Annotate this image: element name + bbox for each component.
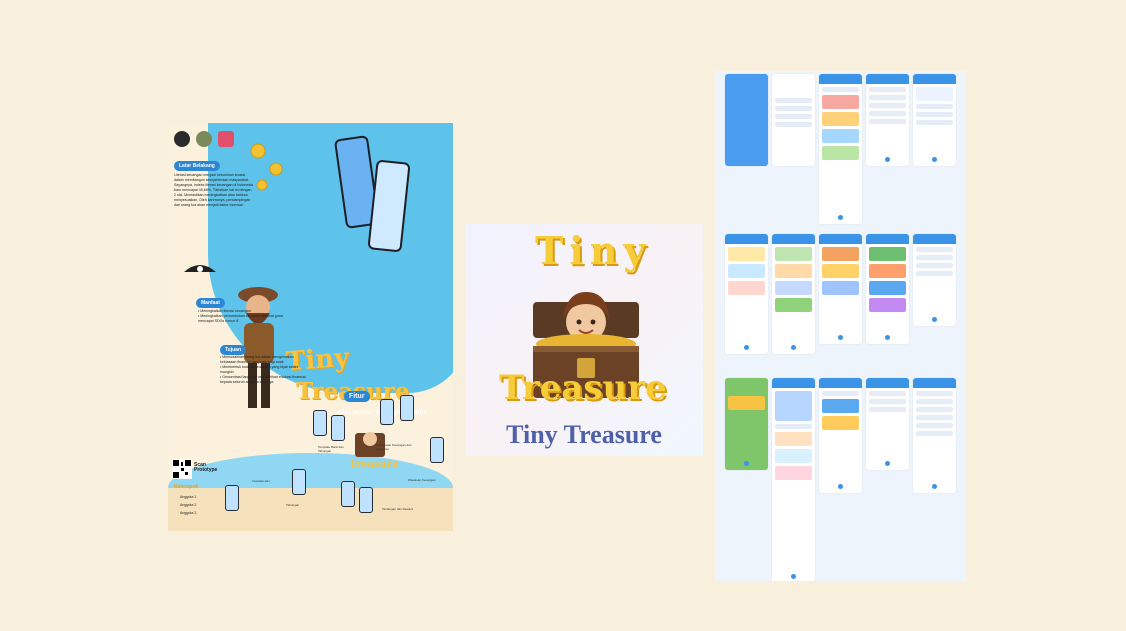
logo-word-tiny: Tiny xyxy=(535,228,652,273)
project-poster: Latar Belakang Literasi keuangan menjadi… xyxy=(168,123,453,531)
university-logo-icon xyxy=(174,131,190,147)
feature-step: Template Bank dan Tabungan xyxy=(318,445,344,453)
app-screen-home xyxy=(819,74,862,224)
pirate-flag-icon xyxy=(184,265,216,272)
feature-step: Pencatatan Keuangan dan Anggaran xyxy=(376,443,412,451)
goal-list: Memudahkan orang tua dalam mengenalkan k… xyxy=(220,355,306,385)
app-screen-marketplace xyxy=(772,378,815,581)
svg-text:Treasure: Treasure xyxy=(349,459,397,470)
logo-word-treasure: Treasure xyxy=(499,368,667,408)
feature-phone xyxy=(292,469,306,495)
benefit-item: Meningkatkan pertumbuhan ekonomi nasiona… xyxy=(198,314,284,324)
feature-step: Investasi dan xyxy=(252,479,270,483)
team-member: Anggota 1 xyxy=(180,495,197,499)
feature-phone xyxy=(341,481,355,507)
scan-prototype-label: Scan Prototype xyxy=(194,462,218,473)
background-paragraph: Literasi keuangan menjadi kebutuhan krus… xyxy=(174,173,253,207)
feature-phone xyxy=(331,415,345,441)
app-screen-profile xyxy=(866,378,909,470)
app-screen-register xyxy=(772,74,815,166)
feature-step: Tantangan dan Reward xyxy=(382,507,414,511)
section-goal-tag: Tujuan xyxy=(220,345,247,355)
app-screen-settings xyxy=(913,378,956,493)
app-screen-transactions xyxy=(866,74,909,166)
section-background-tag: Latar Belakang xyxy=(174,161,220,171)
app-screen-wallet xyxy=(819,378,862,493)
institution-logos xyxy=(174,131,234,147)
feature-phone xyxy=(313,410,327,436)
team-label: Kelompok xyxy=(174,484,199,490)
feature-phone xyxy=(225,485,239,511)
team-member: Anggota 2 xyxy=(180,503,197,507)
feature-phone xyxy=(400,395,414,421)
feature-phone xyxy=(359,487,373,513)
app-screens-board xyxy=(715,71,966,581)
app-screen-learning xyxy=(772,234,815,354)
goal-item: Geosentrasi langsung memberikan edukasi … xyxy=(220,375,306,385)
feature-step: Wawasan Keuangan xyxy=(408,478,436,482)
benefit-list: Meningkatkan literasi keuangan Meningkat… xyxy=(198,309,284,324)
app-screen-challenges xyxy=(819,234,862,344)
brand-logo-icon xyxy=(218,131,234,147)
logo-caption: Tiny Treasure xyxy=(506,420,662,449)
coins-icon xyxy=(250,143,283,191)
app-screen-statistics xyxy=(913,74,956,166)
section-benefit-tag: Manfaat xyxy=(196,298,225,308)
goal-item: Membentuk budaya keuangan yang bijak sed… xyxy=(220,365,306,375)
team-member: Anggota 3 xyxy=(180,511,197,515)
app-screen-game xyxy=(725,378,768,470)
app-screen-rewards xyxy=(866,234,909,344)
qr-code-icon[interactable] xyxy=(172,459,192,479)
feature-step: Tabungan xyxy=(286,503,300,507)
tiny-treasure-logo-card: Tiny Treasure Tiny Treasure xyxy=(465,224,703,456)
goal-item: Memudahkan orang tua dalam mengenalkan k… xyxy=(220,355,306,365)
feature-phone xyxy=(380,399,394,425)
app-screen-splash xyxy=(725,74,768,166)
app-screen-notifications xyxy=(913,234,956,326)
app-screen-savings xyxy=(725,234,768,354)
feature-phone xyxy=(430,437,444,463)
program-logo-icon xyxy=(196,131,212,147)
section-features-tag: Fitur xyxy=(344,391,370,402)
